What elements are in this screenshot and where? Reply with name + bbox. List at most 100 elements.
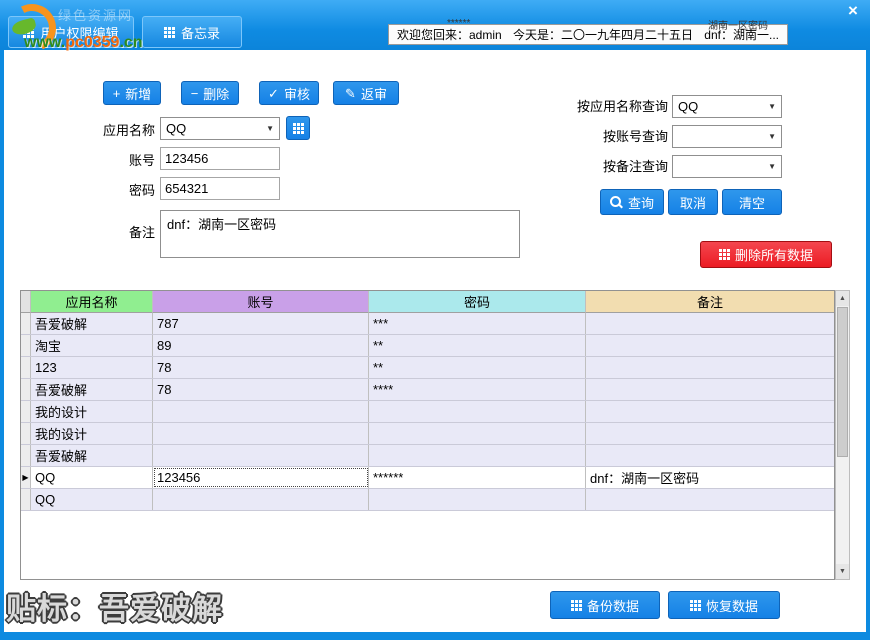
table-row[interactable]: 吾爱破解 787 *** (21, 313, 834, 335)
grid-icon (164, 27, 175, 38)
row-marker: ▶ (21, 467, 31, 488)
table-row[interactable]: ▶ QQ 123456 ****** dnf：湖南一区密码 (21, 467, 834, 489)
add-button-label: 新增 (125, 84, 151, 103)
cell-account: 787 (153, 313, 369, 334)
table-row[interactable]: 吾爱破解 (21, 445, 834, 467)
delete-all-button[interactable]: 删除所有数据 (700, 241, 832, 268)
return-audit-button[interactable]: ✎ 返审 (333, 81, 399, 105)
plus-icon: + (113, 87, 121, 100)
table-scrollbar[interactable]: ▲ ▼ (835, 290, 850, 580)
note-label: 备注 (95, 225, 155, 241)
cell-app: QQ (31, 467, 153, 488)
data-table: 应用名称 账号 密码 备注 吾爱破解 787 *** 淘宝 89 ** 123 (20, 290, 835, 580)
query-by-account-label: 按账号查询 (554, 129, 668, 145)
account-label: 账号 (95, 153, 155, 169)
titlebar: 绿色资源网 用户权限编辑 备忘录 www.pc0359.cn 欢迎您回来：adm… (0, 0, 870, 50)
grid-icon (293, 123, 304, 134)
row-marker (21, 401, 31, 422)
scroll-up-icon[interactable]: ▲ (836, 291, 849, 306)
header-marker-cell (21, 291, 31, 313)
audit-button-label: 审核 (284, 84, 310, 103)
cell-app: 123 (31, 357, 153, 378)
cell-app: 我的设计 (31, 401, 153, 422)
watermark-url: www.pc0359.cn (24, 34, 143, 52)
table-row[interactable]: 123 78 ** (21, 357, 834, 379)
delete-button-label: 删除 (203, 84, 229, 103)
audit-button[interactable]: ✓ 审核 (259, 81, 319, 105)
table-row[interactable]: 吾爱破解 78 **** (21, 379, 834, 401)
query-by-app-select[interactable]: QQ ▼ (672, 95, 782, 118)
main-content: + 新增 − 删除 ✓ 审核 ✎ 返审 应用名称 QQ ▼ 账号 密码 备注 d… (4, 50, 866, 632)
cell-app: QQ (31, 489, 153, 510)
restore-data-button-label: 恢复数据 (706, 596, 758, 615)
header-app-name[interactable]: 应用名称 (31, 291, 153, 313)
cell-note (586, 423, 834, 444)
backup-data-button[interactable]: 备份数据 (550, 591, 660, 619)
account-input[interactable] (160, 147, 280, 170)
app-window: 绿色资源网 用户权限编辑 备忘录 www.pc0359.cn 欢迎您回来：adm… (0, 0, 870, 640)
cell-note (586, 313, 834, 334)
cell-account: 78 (153, 379, 369, 400)
cell-password: *** (369, 313, 586, 334)
return-audit-button-label: 返审 (361, 84, 387, 103)
query-by-note-select[interactable]: ▼ (672, 155, 782, 178)
restore-data-button[interactable]: 恢复数据 (668, 591, 780, 619)
row-marker (21, 379, 31, 400)
query-by-account-select[interactable]: ▼ (672, 125, 782, 148)
table-header: 应用名称 账号 密码 备注 (21, 291, 834, 313)
tab-memo[interactable]: 备忘录 (142, 16, 242, 48)
check-icon: ✓ (268, 87, 279, 100)
header-account[interactable]: 账号 (153, 291, 369, 313)
delete-button[interactable]: − 删除 (181, 81, 239, 105)
cell-password (369, 489, 586, 510)
backup-data-button-label: 备份数据 (587, 596, 639, 615)
cell-account (153, 489, 369, 510)
cell-app: 淘宝 (31, 335, 153, 356)
chevron-down-icon: ▼ (266, 124, 274, 133)
cell-note (586, 335, 834, 356)
add-button[interactable]: + 新增 (103, 81, 161, 105)
tab-memo-label: 备忘录 (181, 23, 220, 42)
table-row[interactable]: QQ (21, 489, 834, 511)
date-text: 今天是：二〇一九年四月二十五日 (513, 26, 693, 43)
cell-app: 吾爱破解 (31, 313, 153, 334)
site-watermark-text: 绿色资源网 (58, 5, 133, 24)
table-body: 吾爱破解 787 *** 淘宝 89 ** 123 78 ** 吾爱破解 78 (21, 313, 834, 511)
password-input[interactable] (160, 177, 280, 200)
password-label: 密码 (95, 183, 155, 199)
row-marker (21, 445, 31, 466)
row-marker (21, 489, 31, 510)
cell-password (369, 401, 586, 422)
header-password[interactable]: 密码 (369, 291, 586, 313)
table-row[interactable]: 我的设计 (21, 423, 834, 445)
table-row[interactable]: 我的设计 (21, 401, 834, 423)
cell-note (586, 445, 834, 466)
row-marker (21, 335, 31, 356)
search-icon (610, 196, 623, 209)
app-name-select[interactable]: QQ ▼ (160, 117, 280, 140)
cell-account: 89 (153, 335, 369, 356)
table-row[interactable]: 淘宝 89 ** (21, 335, 834, 357)
note-textarea[interactable]: dnf：湖南一区密码 (160, 210, 520, 258)
search-button-label: 查询 (628, 193, 654, 212)
header-note[interactable]: 备注 (586, 291, 834, 313)
query-by-note-label: 按备注查询 (554, 159, 668, 175)
grid-icon (571, 600, 582, 611)
cell-note (586, 489, 834, 510)
cell-app: 我的设计 (31, 423, 153, 444)
cell-password: ** (369, 357, 586, 378)
cell-password (369, 423, 586, 444)
close-button[interactable]: × (841, 1, 865, 21)
cell-note (586, 401, 834, 422)
scrollbar-thumb[interactable] (837, 307, 848, 457)
cell-account (153, 401, 369, 422)
row-marker (21, 423, 31, 444)
cancel-button[interactable]: 取消 (668, 189, 718, 215)
clear-button[interactable]: 清空 (722, 189, 782, 215)
scroll-down-icon[interactable]: ▼ (836, 564, 849, 579)
search-button[interactable]: 查询 (600, 189, 664, 215)
app-list-grid-button[interactable] (286, 116, 310, 140)
app-name-label: 应用名称 (95, 123, 155, 139)
chevron-down-icon: ▼ (768, 132, 776, 141)
cell-password: **** (369, 379, 586, 400)
